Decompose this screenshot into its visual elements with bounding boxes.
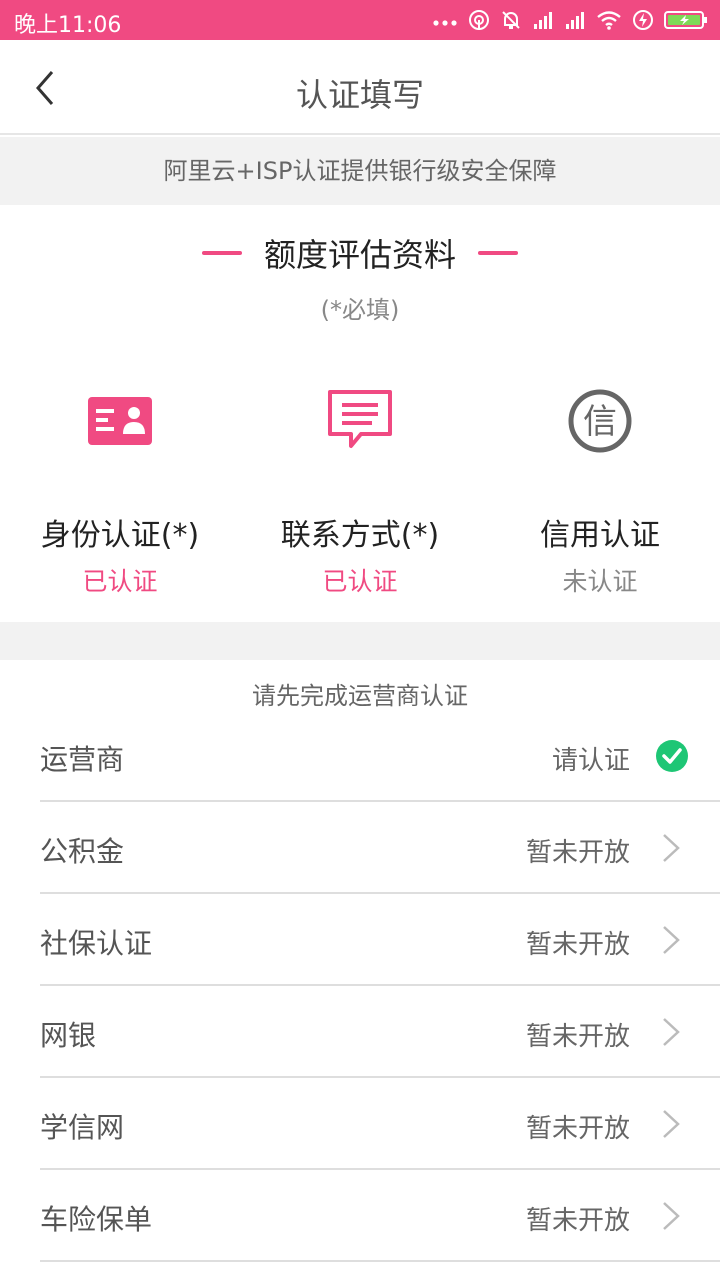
list-item-label: 公积金 (40, 835, 125, 868)
cert-credit[interactable]: 信 信用认证 未认证 (480, 380, 720, 610)
cert-credit-label: 信用认证 (540, 518, 660, 553)
alarm-off-icon (502, 11, 520, 29)
list-item-car-insurance[interactable]: 车险保单 暂未开放 (40, 1170, 720, 1262)
battery-icon (664, 11, 707, 29)
list-item-label: 车险保单 (40, 1203, 153, 1236)
operator-notice: 请先完成运营商认证 (252, 682, 468, 710)
cert-contact-status: 已认证 (322, 567, 398, 596)
power-icon (633, 10, 653, 30)
chevron-right-icon (663, 1110, 680, 1138)
page-title: 认证填写 (295, 76, 424, 114)
list-item-social-security[interactable]: 社保认证 暂未开放 (40, 894, 720, 986)
cert-contact-label: 联系方式(*) (280, 518, 440, 553)
list-item-operator[interactable]: 运营商 请认证 (40, 710, 720, 802)
list-item-value: 暂未开放 (525, 1114, 630, 1144)
message-icon (328, 390, 392, 448)
required-note: (*必填) (320, 296, 400, 324)
list-item-online-banking[interactable]: 网银 暂未开放 (40, 986, 720, 1078)
check-circle-icon (656, 740, 688, 772)
cert-identity-label: 身份认证(*) (40, 518, 200, 553)
section-title: 额度评估资料 (0, 228, 720, 278)
list-item-label: 运营商 (40, 743, 125, 776)
section-title-text: 额度评估资料 (263, 236, 456, 274)
wifi-icon (597, 11, 621, 30)
list-item-value: 请认证 (551, 746, 630, 776)
credit-icon-text: 信 (583, 402, 617, 442)
cert-credit-status: 未认证 (562, 567, 638, 596)
list-item-education[interactable]: 学信网 暂未开放 (40, 1078, 720, 1170)
chevron-right-icon (663, 1202, 680, 1230)
id-card-icon (88, 397, 152, 445)
nav-bar: 认证填写 (0, 40, 720, 135)
status-icons (432, 7, 708, 33)
status-time: 晚上11:06 (14, 13, 122, 38)
cert-identity-status: 已认证 (82, 567, 158, 596)
signal-icon (534, 12, 552, 29)
chevron-right-icon (663, 1018, 680, 1046)
more-dots-icon (433, 20, 457, 26)
chevron-right-icon (663, 926, 680, 954)
chevron-right-icon (663, 834, 680, 862)
status-bar: 晚上11:06 (0, 0, 720, 40)
list-item-label: 学信网 (40, 1111, 125, 1144)
signal-icon (566, 12, 584, 29)
list-item-value: 暂未开放 (525, 1022, 630, 1052)
verification-list: 运营商 请认证 公积金 暂未开放 社保认证 暂未开放 网银 暂未开放 学信网 暂… (0, 710, 720, 1262)
credit-icon: 信 (568, 389, 632, 453)
list-item-value: 暂未开放 (525, 930, 630, 960)
list-item-housing-fund[interactable]: 公积金 暂未开放 (40, 802, 720, 894)
list-item-value: 暂未开放 (525, 838, 630, 868)
list-item-label: 网银 (40, 1019, 97, 1052)
list-item-value: 暂未开放 (525, 1206, 630, 1236)
cert-contact[interactable]: 联系方式(*) 已认证 (240, 380, 480, 610)
hotspot-icon (469, 10, 489, 30)
list-item-label: 社保认证 (40, 927, 153, 960)
section-divider (0, 622, 720, 660)
title-dash-left (201, 251, 242, 255)
security-banner: 阿里云+ISP认证提供银行级安全保障 (0, 137, 720, 205)
cert-identity[interactable]: 身份认证(*) 已认证 (0, 380, 240, 610)
title-dash-right (478, 251, 518, 255)
